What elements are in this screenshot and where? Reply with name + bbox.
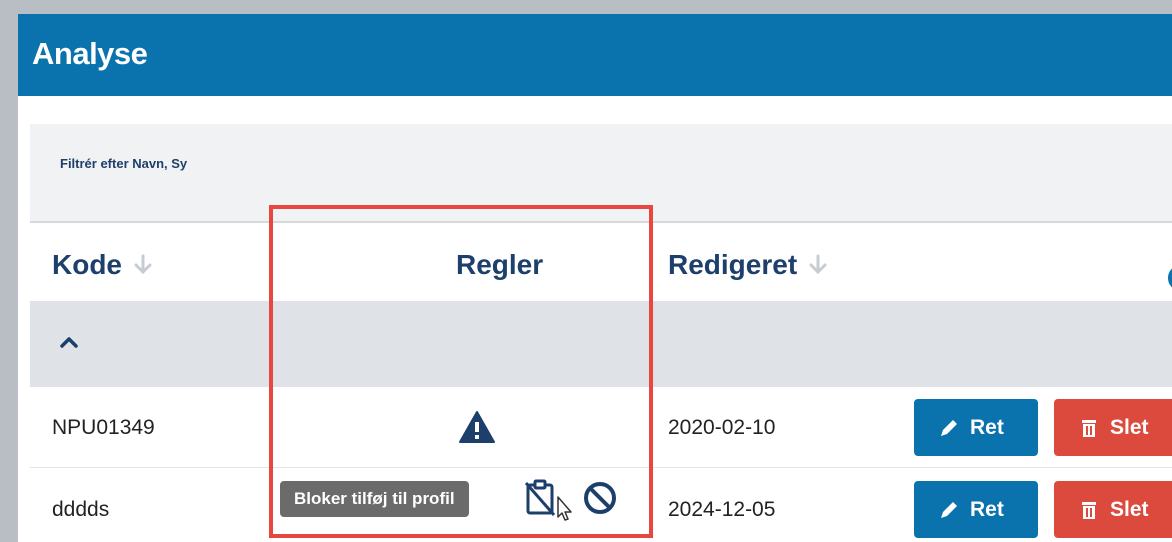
table-row: NPU01349 2020-02-10 Ret Slet [30, 387, 1172, 468]
column-header-kode[interactable]: Kode [52, 249, 154, 281]
edit-label: Ret [970, 497, 1004, 521]
sort-down-icon [134, 254, 152, 275]
edit-button[interactable]: Ret [914, 399, 1038, 456]
delete-label: Slet [1110, 497, 1149, 521]
tooltip: Bloker tilføj til profil [280, 481, 469, 517]
top-bar: Analyse [18, 14, 1172, 96]
delete-button[interactable]: Slet [1054, 399, 1172, 456]
group-row [30, 301, 1172, 387]
edited-date-cell: 2024-12-05 [668, 498, 776, 521]
edit-label: Ret [970, 415, 1004, 439]
column-header-redigeret[interactable]: Redigeret [668, 249, 829, 281]
trash-icon [1082, 501, 1096, 519]
pencil-icon [941, 501, 957, 518]
pencil-icon [941, 419, 957, 436]
column-label: Kode [52, 249, 122, 280]
block-icon[interactable] [582, 480, 618, 516]
page-title: Analyse [32, 36, 148, 71]
analysis-table: Kode Regler Redigeret NPU01349 2020-02-1… [30, 223, 1172, 542]
partial-column-icon [1168, 268, 1172, 288]
code-cell: dddds [52, 498, 110, 521]
sort-down-icon [809, 254, 827, 275]
column-header-regler: Regler [456, 249, 543, 281]
filter-panel: Filtrér efter Navn, Sy [30, 124, 1172, 223]
column-label: Regler [456, 249, 544, 280]
warning-icon [459, 411, 495, 443]
chevron-up-icon[interactable] [58, 331, 80, 353]
delete-label: Slet [1110, 415, 1149, 439]
edit-button[interactable]: Ret [914, 481, 1038, 538]
mouse-cursor-icon [557, 496, 572, 521]
delete-button[interactable]: Slet [1054, 481, 1172, 538]
edited-date-cell: 2020-02-10 [668, 416, 776, 439]
code-cell: NPU01349 [52, 416, 155, 439]
filter-input-label[interactable]: Filtrér efter Navn, Sy [60, 156, 252, 171]
table-header: Kode Regler Redigeret [30, 223, 1172, 301]
column-label: Redigeret [668, 249, 798, 280]
table-row: dddds Bloker tilføj til profil 2024-12-0… [30, 469, 1172, 542]
trash-icon [1082, 419, 1096, 437]
app-window: Analyse Filtrér efter Navn, Sy Kode Regl… [18, 14, 1172, 542]
